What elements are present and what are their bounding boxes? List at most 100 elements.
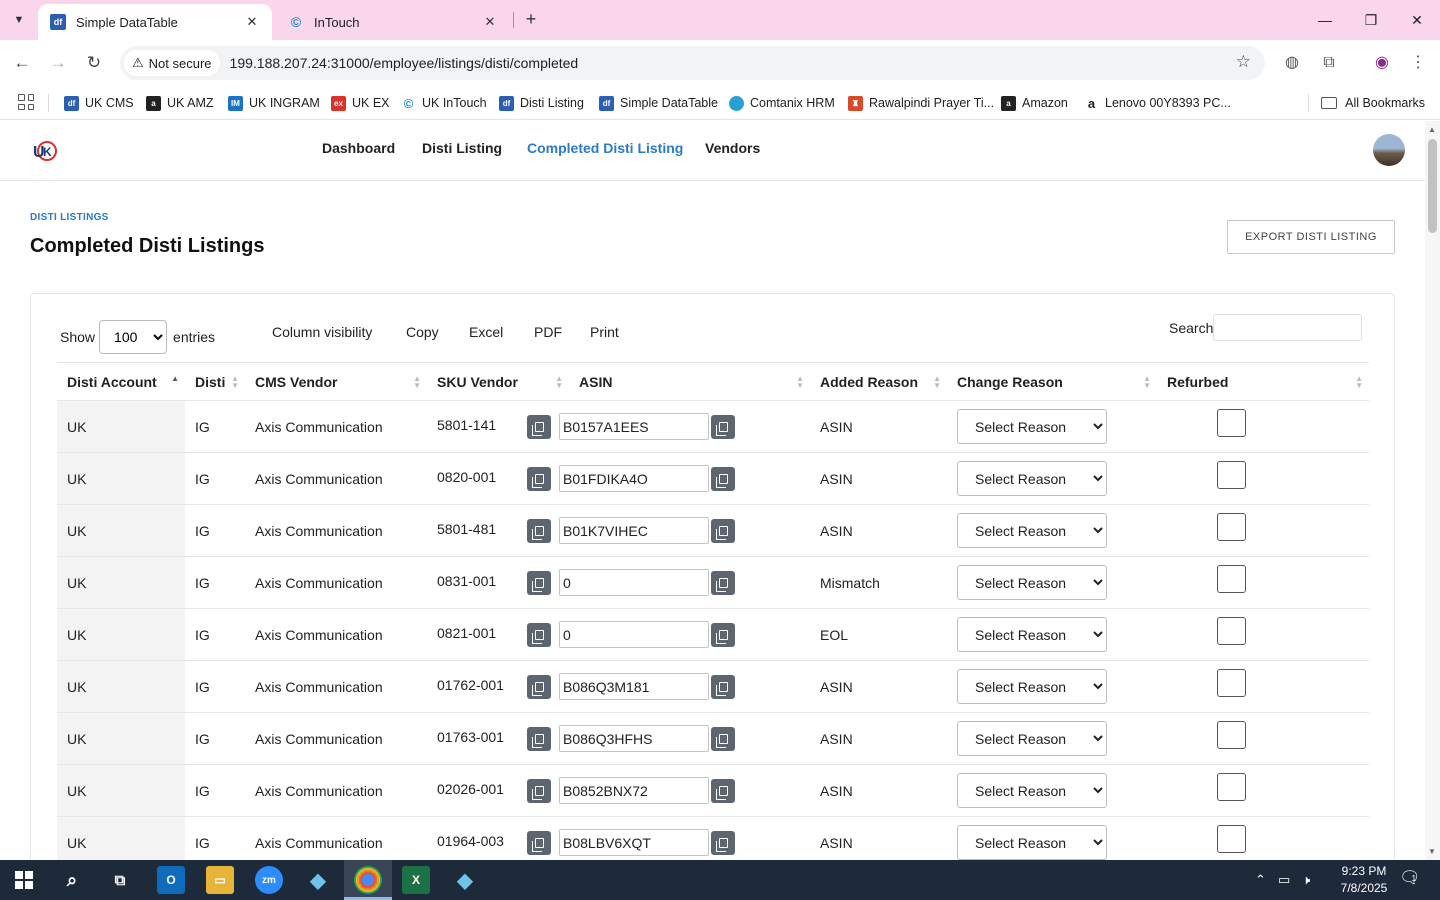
uk-logo-icon[interactable]: U K: [32, 138, 58, 164]
chrome-icon[interactable]: [354, 866, 382, 894]
scrollbar-thumb[interactable]: [1428, 139, 1437, 233]
bookmark-simple-datatable[interactable]: df Simple DataTable: [599, 92, 718, 114]
zoom-icon[interactable]: zm: [255, 866, 283, 894]
new-tab-plus-icon[interactable]: +: [520, 9, 542, 31]
scroll-down-arrow-icon[interactable]: ▼: [1428, 847, 1436, 856]
tab-simple-datatable[interactable]: df Simple DataTable ✕: [38, 4, 272, 40]
excel-icon[interactable]: X: [402, 866, 430, 894]
close-window-icon[interactable]: ✕: [1407, 10, 1427, 30]
asin-input[interactable]: [559, 465, 709, 492]
col-disti[interactable]: Disti ▲ ▼: [185, 362, 245, 401]
asin-input[interactable]: [559, 673, 709, 700]
col-refurbed[interactable]: Refurbed ▲ ▼: [1157, 362, 1369, 401]
close-tab-icon[interactable]: ✕: [244, 14, 260, 30]
minimize-icon[interactable]: —: [1315, 10, 1335, 30]
tab-intouch[interactable]: © InTouch ✕: [276, 4, 510, 40]
bookmark-disti-listing[interactable]: df Disti Listing: [499, 92, 584, 114]
asin-input[interactable]: [559, 829, 709, 856]
apps-grid-icon[interactable]: [18, 94, 34, 110]
forward-arrow-icon[interactable]: →: [47, 52, 69, 74]
restore-window-icon[interactable]: ❐: [1361, 10, 1381, 30]
refurbed-checkbox[interactable]: [1217, 565, 1246, 593]
change-reason-select[interactable]: Select Reason: [957, 461, 1107, 496]
url-text[interactable]: 199.188.207.24:31000/employee/listings/d…: [230, 55, 579, 71]
user-avatar[interactable]: [1373, 134, 1405, 166]
col-change-reason[interactable]: Change Reason ▲ ▼: [947, 362, 1157, 401]
asin-input[interactable]: [559, 777, 709, 804]
close-tab-icon[interactable]: ✕: [482, 14, 498, 30]
copy-asin-icon[interactable]: [711, 622, 735, 647]
bookmark-comtanix-hrm[interactable]: Comtanix HRM: [729, 92, 835, 114]
volume-muted-icon[interactable]: 🕨: [1302, 872, 1310, 888]
app-diamond-icon[interactable]: ◆: [304, 866, 332, 894]
browser-menu-kebab-icon[interactable]: ⋮: [1407, 52, 1429, 74]
refurbed-checkbox[interactable]: [1217, 461, 1246, 489]
nav-completed-disti-listing[interactable]: Completed Disti Listing: [527, 140, 683, 156]
reload-icon[interactable]: ↻: [83, 52, 105, 74]
bookmark-rawalpindi-prayer[interactable]: ♜ Rawalpindi Prayer Ti...: [848, 92, 994, 114]
bookmark-uk-ex[interactable]: ex UK EX: [331, 92, 390, 114]
change-reason-select[interactable]: Select Reason: [957, 669, 1107, 704]
bookmark-amazon[interactable]: a Amazon: [1001, 92, 1068, 114]
file-explorer-icon[interactable]: ▭: [206, 866, 234, 894]
bookmark-uk-amz[interactable]: a UK AMZ: [146, 92, 214, 114]
notification-center-icon[interactable]: 🗨1: [1399, 868, 1425, 888]
copy-asin-icon[interactable]: [711, 674, 735, 699]
windows-start-icon[interactable]: [10, 866, 38, 894]
asin-input[interactable]: [559, 413, 709, 440]
page-scrollbar[interactable]: ▲ ▼: [1425, 121, 1440, 860]
network-icon[interactable]: ▭: [1278, 872, 1290, 888]
asin-input[interactable]: [559, 621, 709, 648]
change-reason-select[interactable]: Select Reason: [957, 565, 1107, 600]
bookmark-uk-cms[interactable]: df UK CMS: [64, 92, 134, 114]
copy-asin-icon[interactable]: [711, 778, 735, 803]
refurbed-checkbox[interactable]: [1217, 825, 1246, 853]
search-input[interactable]: [1213, 314, 1362, 341]
refurbed-checkbox[interactable]: [1217, 773, 1246, 801]
refurbed-checkbox[interactable]: [1217, 721, 1246, 749]
col-asin[interactable]: ASIN ▲ ▼: [569, 362, 810, 401]
nav-disti-listing[interactable]: Disti Listing: [422, 140, 502, 156]
system-clock[interactable]: 9:23 PM 7/8/2025: [1326, 863, 1402, 897]
copy-button[interactable]: Copy: [406, 324, 439, 340]
scroll-up-arrow-icon[interactable]: ▲: [1428, 125, 1436, 134]
col-cms-vendor[interactable]: CMS Vendor ▲ ▼: [245, 362, 427, 401]
col-sku-vendor[interactable]: SKU Vendor ▲ ▼: [427, 362, 569, 401]
pdf-button[interactable]: PDF: [534, 324, 562, 340]
asin-input[interactable]: [559, 725, 709, 752]
change-reason-select[interactable]: Select Reason: [957, 513, 1107, 548]
asin-input[interactable]: [559, 517, 709, 544]
outlook-icon[interactable]: O: [157, 866, 185, 894]
copy-asin-icon[interactable]: [711, 466, 735, 491]
nav-dashboard[interactable]: Dashboard: [322, 140, 395, 156]
refurbed-checkbox[interactable]: [1217, 409, 1246, 437]
security-indicator[interactable]: ⚠ Not secure: [124, 50, 220, 76]
page-length-select[interactable]: 100: [99, 320, 168, 354]
app-diamond-icon-2[interactable]: ◆: [451, 866, 479, 894]
copy-asin-icon[interactable]: [711, 726, 735, 751]
bookmark-uk-ingram[interactable]: IM UK INGRAM: [228, 92, 320, 114]
search-icon[interactable]: ⌕: [58, 866, 86, 894]
refurbed-checkbox[interactable]: [1217, 513, 1246, 541]
change-reason-select[interactable]: Select Reason: [957, 773, 1107, 808]
refurbed-checkbox[interactable]: [1217, 669, 1246, 697]
extensions-puzzle-icon[interactable]: ⧉: [1318, 52, 1340, 74]
tab-search-chevron-icon[interactable]: ▼: [6, 8, 32, 32]
refurbed-checkbox[interactable]: [1217, 617, 1246, 645]
back-arrow-icon[interactable]: ←: [11, 52, 33, 74]
copy-asin-icon[interactable]: [711, 518, 735, 543]
column-visibility-button[interactable]: Column visibility: [272, 324, 372, 340]
col-disti-account[interactable]: Disti Account ▲: [57, 362, 185, 401]
profile-icon[interactable]: ◉: [1371, 52, 1393, 74]
task-view-icon[interactable]: ⧉: [106, 866, 134, 894]
tray-chevron-up-icon[interactable]: ⌃: [1255, 872, 1266, 888]
col-added-reason[interactable]: Added Reason ▲ ▼: [810, 362, 947, 401]
change-reason-select[interactable]: Select Reason: [957, 617, 1107, 652]
change-reason-select[interactable]: Select Reason: [957, 721, 1107, 756]
export-disti-listing-button[interactable]: EXPORT DISTI LISTING: [1227, 220, 1395, 254]
bookmark-lenovo[interactable]: a Lenovo 00Y8393 PC...: [1084, 92, 1231, 114]
excel-button[interactable]: Excel: [469, 324, 503, 340]
copy-asin-icon[interactable]: [711, 570, 735, 595]
all-bookmarks-button[interactable]: All Bookmarks: [1321, 92, 1425, 114]
bookmark-star-icon[interactable]: ☆: [1236, 52, 1251, 72]
